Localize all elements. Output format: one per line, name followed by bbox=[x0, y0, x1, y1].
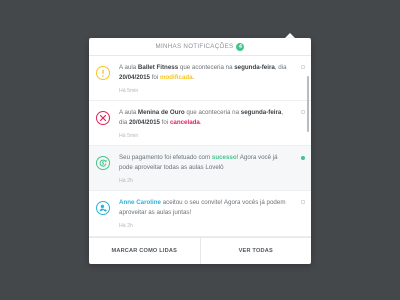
date: 20/04/2015 bbox=[128, 118, 160, 126]
notification-text: A aula Menina de Ouro que aconteceria na… bbox=[119, 108, 289, 127]
date: 20/04/2015 bbox=[119, 73, 150, 81]
class-name: Ballet Fitness bbox=[137, 64, 179, 71]
user-name: Anne Caroline bbox=[119, 199, 161, 206]
svg-text:$: $ bbox=[102, 161, 105, 166]
notifications-footer: Marcar como lidas Ver todas bbox=[89, 237, 311, 264]
weekday: segunda-feira bbox=[240, 109, 282, 116]
text-segment: . bbox=[199, 118, 202, 126]
notification-text: A aula Ballet Fitness que aconteceria na… bbox=[119, 63, 289, 82]
notification-time: Há 5min bbox=[119, 133, 139, 139]
text-segment: foi bbox=[149, 73, 160, 81]
notification-text: Anne Caroline aceitou o seu convite! Ago… bbox=[119, 198, 289, 217]
status-modified: modificada bbox=[159, 73, 193, 81]
text-segment: Seu pagamento foi efetuado com bbox=[119, 154, 212, 161]
scrollbar[interactable] bbox=[307, 76, 309, 132]
text-segment: A aula bbox=[119, 109, 138, 116]
status-cancelled: cancelada bbox=[169, 118, 200, 126]
status-success: sucesso bbox=[211, 154, 237, 161]
user-add-icon bbox=[96, 201, 110, 215]
header-title: Minhas notificações bbox=[155, 43, 234, 50]
notification-count-badge: 4 bbox=[236, 42, 245, 51]
warning-icon bbox=[96, 66, 110, 80]
notification-time: Há 2h bbox=[119, 223, 133, 229]
text-segment: . bbox=[192, 73, 195, 81]
text-segment: , dia bbox=[274, 64, 287, 71]
text-segment: foi bbox=[159, 118, 170, 126]
notification-time: Há 2h bbox=[119, 178, 133, 184]
notification-list[interactable]: A aula Ballet Fitness que aconteceria na… bbox=[89, 56, 311, 237]
unread-status-dot[interactable] bbox=[301, 156, 305, 160]
notification-item-1[interactable]: A aula Ballet Fitness que aconteceria na… bbox=[89, 56, 311, 101]
payment-refresh-icon: $ bbox=[96, 156, 110, 170]
text-segment: que aconteceria na bbox=[178, 64, 235, 71]
text-segment: A aula bbox=[119, 64, 138, 71]
notification-time: Há 5min bbox=[119, 88, 139, 94]
notification-text: Seu pagamento foi efetuado com sucesso! … bbox=[119, 153, 289, 172]
notifications-panel: Minhas notificações 4 A aula Ballet Fitn… bbox=[89, 38, 311, 264]
see-all-button[interactable]: Ver todas bbox=[201, 238, 312, 264]
notification-item-2[interactable]: A aula Menina de Ouro que aconteceria na… bbox=[89, 101, 311, 146]
text-segment: que aconteceria na bbox=[184, 109, 241, 116]
mark-as-read-button[interactable]: Marcar como lidas bbox=[89, 238, 200, 264]
class-name: Menina de Ouro bbox=[137, 109, 185, 116]
read-status-dot[interactable] bbox=[301, 65, 305, 69]
read-status-dot[interactable] bbox=[301, 110, 305, 114]
weekday: segunda-feira bbox=[234, 64, 275, 71]
notification-item-3[interactable]: $ Seu pagamento foi efetuado com sucesso… bbox=[89, 146, 311, 191]
notifications-header: Minhas notificações 4 bbox=[89, 38, 311, 56]
cancel-icon bbox=[96, 111, 110, 125]
notification-item-4[interactable]: Anne Caroline aceitou o seu convite! Ago… bbox=[89, 191, 311, 237]
read-status-dot[interactable] bbox=[301, 200, 305, 204]
